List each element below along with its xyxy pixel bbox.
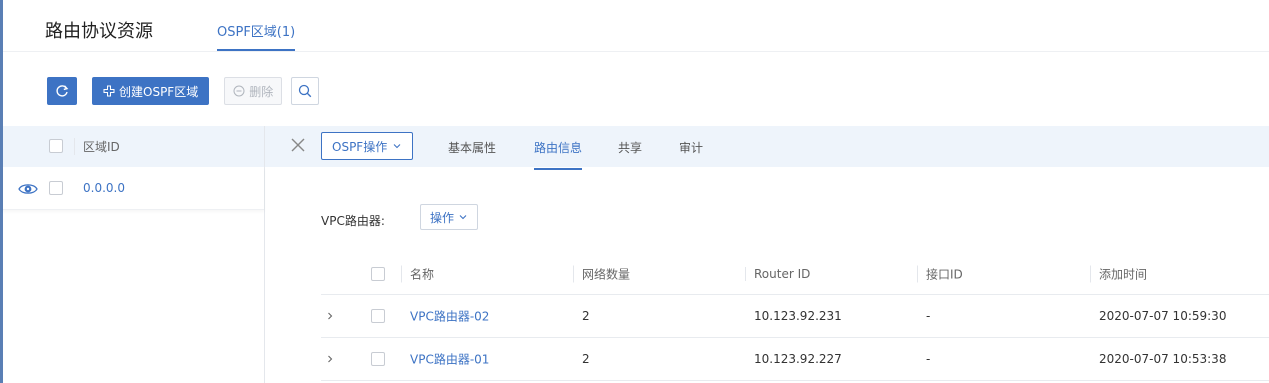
ospf-dropdown-label: OSPF操作 [332,139,388,154]
column-header-area-id: 区域ID [74,138,120,155]
added-time: 2020-07-07 10:53:38 [1099,352,1227,366]
delete-button-label: 删除 [249,84,274,99]
router-name-link[interactable]: VPC路由器-02 [410,308,489,325]
area-id-link[interactable]: 0.0.0.0 [83,181,125,195]
network-count: 2 [582,352,590,366]
row-checkbox[interactable] [49,181,63,195]
search-button[interactable] [291,77,320,105]
interface-id: - [926,352,931,366]
ospf-operation-dropdown[interactable]: OSPF操作 [321,132,414,160]
detail-header: OSPF操作 基本属性 路由信息 共享 审计 [265,126,1269,170]
row-checkbox[interactable] [371,352,385,366]
column-header-interface-id: 接口ID [917,265,963,283]
tab-ospf-areas[interactable]: OSPF区域(1) [217,21,296,51]
table-row[interactable]: VPC路由器-01 2 10.123.92.227 - 2020-07-07 1… [321,338,1269,381]
chevron-down-icon [393,144,401,149]
vpc-router-label: VPC路由器: [321,214,385,228]
create-button-label: 创建OSPF区域 [119,84,199,99]
operation-dropdown[interactable]: 操作 [420,204,479,230]
chevron-right-icon[interactable] [325,354,335,364]
search-icon [299,84,312,98]
tab-basic-properties[interactable]: 基本属性 [448,139,496,156]
column-header-added-time: 添加时间 [1090,265,1147,283]
chevron-right-icon[interactable] [325,311,335,321]
delete-button[interactable]: 删除 [224,77,283,105]
column-header-router-id: Router ID [745,267,810,281]
column-header-network-count: 网络数量 [573,265,630,283]
tab-audit[interactable]: 审计 [679,139,703,156]
create-ospf-area-button[interactable]: 创建OSPF区域 [92,77,210,105]
router-id: 10.123.92.227 [754,352,842,366]
toolbar: 创建OSPF区域 删除 [47,77,334,105]
app-frame: 路由协议资源 OSPF区域(1) 创建OSPF区域 删除 区域ID 0.0.0.… [0,0,1269,383]
close-icon[interactable] [289,136,307,154]
tab-route-info[interactable]: 路由信息 [534,139,583,170]
row-checkbox[interactable] [371,309,385,323]
area-list-header: 区域ID [3,126,264,167]
network-count: 2 [582,309,590,323]
minus-circle-icon [233,85,245,97]
router-name-link[interactable]: VPC路由器-01 [410,351,489,368]
select-all-checkbox[interactable] [49,139,63,153]
interface-id: - [926,309,931,323]
page-title: 路由协议资源 [45,21,153,42]
select-all-checkbox[interactable] [371,267,385,281]
refresh-button[interactable] [47,77,77,105]
area-row[interactable]: 0.0.0.0 [3,167,264,210]
eye-icon[interactable] [18,180,38,198]
router-table: 名称 网络数量 Router ID 接口ID 添加时间 VPC路由器-02 2 … [321,254,1269,381]
added-time: 2020-07-07 10:59:30 [1099,309,1227,323]
router-table-header: 名称 网络数量 Router ID 接口ID 添加时间 [321,254,1269,295]
tab-share[interactable]: 共享 [618,139,642,156]
operation-dropdown-label: 操作 [430,210,455,225]
table-row[interactable]: VPC路由器-02 2 10.123.92.231 - 2020-07-07 1… [321,295,1269,338]
plus-icon [103,85,115,97]
router-id: 10.123.92.231 [754,309,842,323]
page-header: 路由协议资源 OSPF区域(1) [3,0,1269,52]
chevron-down-icon [459,215,467,220]
column-header-name: 名称 [401,265,434,283]
refresh-icon [56,85,69,97]
area-list-panel: 区域ID 0.0.0.0 [3,126,265,383]
